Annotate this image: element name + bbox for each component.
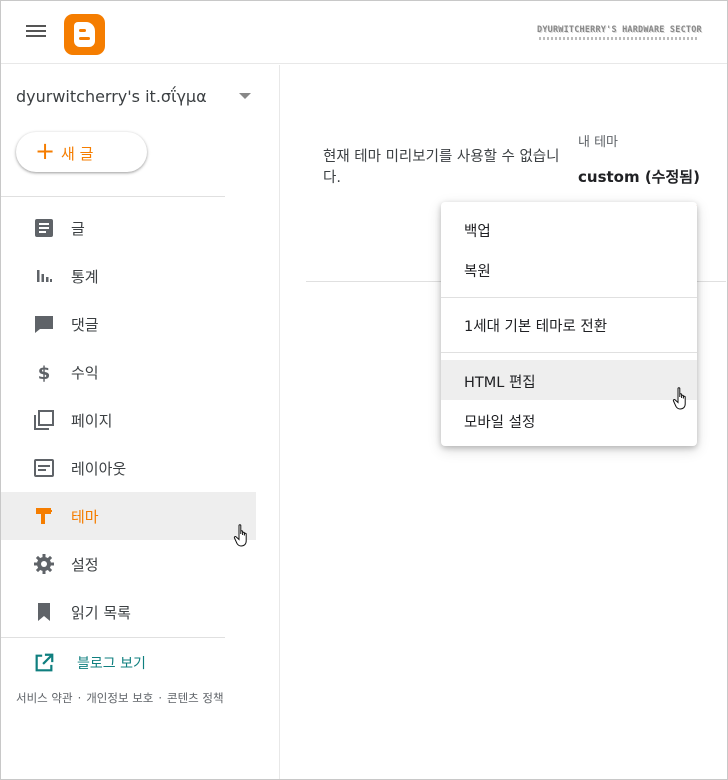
blog-header-banner[interactable]: DYURWITCHERRY'S HARDWARE SECTOR (537, 25, 702, 45)
sidebar-item-theme[interactable]: 테마 (1, 492, 256, 540)
earnings-icon: $ (38, 363, 51, 384)
sidebar-item-layout[interactable]: 레이아웃 (1, 444, 256, 492)
open-in-new-icon (35, 653, 54, 672)
menu-item-restore[interactable]: 복원 (441, 249, 697, 289)
blogger-logo-icon[interactable] (64, 14, 105, 55)
menu-item-mobile-settings[interactable]: 모바일 설정 (441, 400, 697, 440)
privacy-link[interactable]: 개인정보 보호 (86, 691, 153, 705)
footer-separator: · (77, 691, 82, 705)
sidebar-divider (1, 196, 225, 197)
sidebar-item-reading-list[interactable]: 읽기 목록 (1, 588, 256, 636)
blog-banner-title: DYURWITCHERRY'S HARDWARE SECTOR (537, 25, 702, 35)
sidebar-item-posts[interactable]: 글 (1, 204, 256, 252)
new-post-button[interactable]: + 새 글 (16, 132, 147, 172)
hand-cursor-icon (672, 387, 686, 410)
view-blog-label: 블로그 보기 (77, 656, 146, 672)
menu-item-label: 복원 (464, 264, 491, 280)
view-blog-link[interactable]: 블로그 보기 (1, 641, 225, 681)
menu-divider (441, 297, 697, 298)
top-app-bar: DYURWITCHERRY'S HARDWARE SECTOR (1, 1, 727, 64)
sidebar-item-earnings[interactable]: $ 수익 (1, 348, 256, 396)
menu-item-label: HTML 편집 (464, 375, 536, 391)
sidebar-divider (1, 637, 225, 638)
sidebar-item-label: 페이지 (71, 412, 113, 430)
sidebar-item-comments[interactable]: 댓글 (1, 300, 256, 348)
banner-subtitle-decoration (539, 37, 697, 40)
hand-cursor-icon (233, 524, 247, 547)
layout-icon (34, 459, 54, 477)
menu-item-backup[interactable]: 백업 (441, 209, 697, 249)
sidebar-item-label: 통계 (71, 268, 99, 286)
new-post-label: 새 글 (61, 145, 94, 163)
pages-icon (34, 410, 54, 430)
theme-icon (36, 508, 52, 524)
posts-icon (35, 219, 53, 237)
sidebar-item-label: 수익 (71, 364, 99, 382)
svg-text:$: $ (38, 363, 51, 384)
menu-item-edit-html[interactable]: HTML 편집 (441, 360, 697, 400)
comments-icon (35, 316, 53, 333)
sidebar-item-pages[interactable]: 페이지 (1, 396, 256, 444)
sidebar-item-label: 글 (71, 220, 85, 238)
hamburger-menu-icon[interactable] (25, 22, 47, 42)
theme-name: custom (수정됨) (578, 168, 700, 186)
menu-divider (441, 352, 697, 353)
sidebar-item-label: 읽기 목록 (71, 604, 131, 622)
sidebar: dyurwitcherry's it.σΐγμα + 새 글 글 통계 댓글 $… (1, 65, 280, 779)
theme-options-menu: 백업 복원 1세대 기본 테마로 전환 HTML 편집 모바일 설정 (441, 202, 697, 446)
terms-link[interactable]: 서비스 약관 (16, 691, 73, 705)
sidebar-item-label: 레이아웃 (71, 460, 127, 478)
menu-item-label: 모바일 설정 (464, 415, 536, 431)
menu-item-label: 1세대 기본 테마로 전환 (464, 319, 608, 335)
my-theme-label: 내 테마 (578, 135, 619, 150)
menu-item-label: 백업 (464, 224, 491, 240)
sidebar-item-stats[interactable]: 통계 (1, 252, 256, 300)
sidebar-item-label: 설정 (71, 556, 99, 574)
gear-icon (34, 554, 54, 574)
menu-item-switch-classic-theme[interactable]: 1세대 기본 테마로 전환 (441, 304, 697, 344)
preview-unavailable-message: 현재 테마 미리보기를 사용할 수 없습니다. (323, 149, 560, 186)
sidebar-item-label: 테마 (71, 508, 99, 526)
plus-icon: + (35, 137, 56, 165)
footer-separator: · (158, 691, 163, 705)
chevron-down-icon[interactable] (239, 93, 251, 99)
bookmark-icon (38, 603, 50, 621)
stats-icon (37, 270, 52, 282)
sidebar-item-settings[interactable]: 설정 (1, 540, 256, 588)
footer-links: 서비스 약관 · 개인정보 보호 · 콘텐츠 정책 (16, 690, 224, 706)
blog-selector[interactable]: dyurwitcherry's it.σΐγμα (16, 87, 207, 106)
sidebar-item-label: 댓글 (71, 316, 99, 334)
content-policy-link[interactable]: 콘텐츠 정책 (167, 691, 224, 705)
